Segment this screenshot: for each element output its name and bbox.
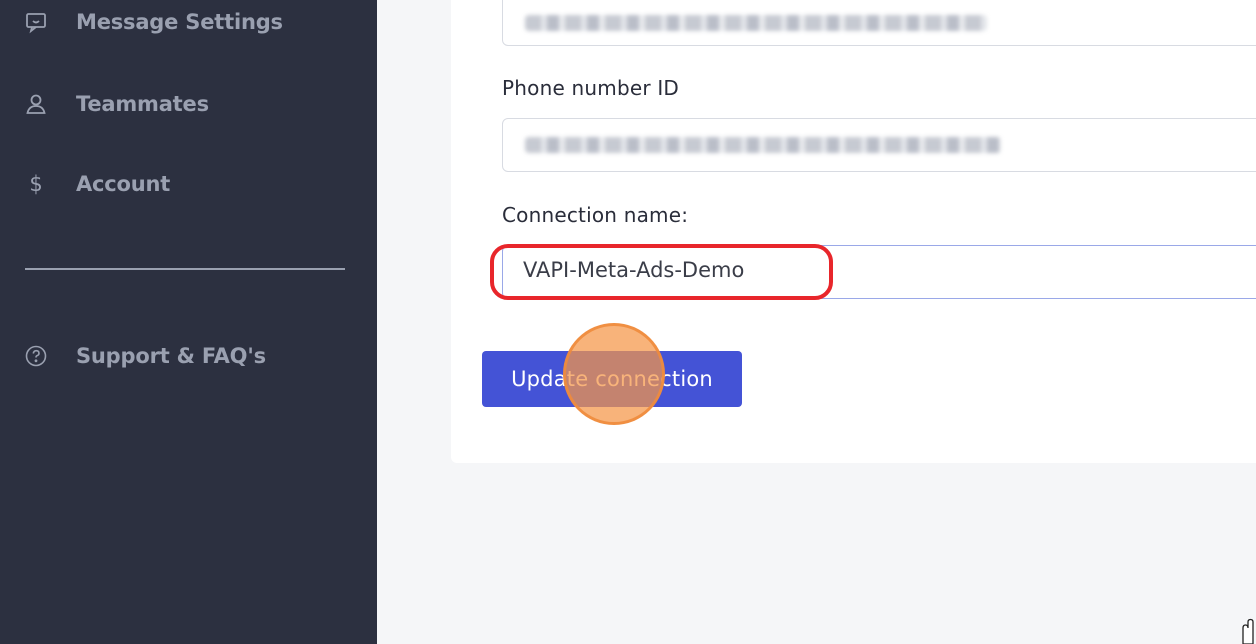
sidebar-item-label: Message Settings — [76, 10, 283, 34]
dollar-icon: $ — [22, 170, 50, 198]
click-indicator — [563, 323, 665, 425]
redacted-value — [525, 15, 987, 31]
connection-name-label: Connection name: — [502, 203, 689, 227]
sidebar: Message Settings Teammates $ Account Sup… — [0, 0, 377, 644]
phone-number-id-field[interactable] — [502, 118, 1256, 172]
question-circle-icon — [22, 342, 50, 370]
message-bubble-icon — [22, 8, 50, 36]
access-token-field[interactable] — [502, 0, 1256, 46]
sidebar-item-label: Teammates — [76, 92, 209, 116]
svg-text:$: $ — [29, 172, 42, 196]
hand-cursor-icon — [1236, 616, 1256, 644]
sidebar-divider — [25, 268, 345, 270]
annotation-highlight — [490, 244, 833, 300]
sidebar-item-label: Support & FAQ's — [76, 344, 266, 368]
phone-number-id-label: Phone number ID — [502, 76, 680, 100]
redacted-value — [525, 137, 1001, 153]
sidebar-item-label: Account — [76, 172, 171, 196]
person-icon — [22, 90, 50, 118]
